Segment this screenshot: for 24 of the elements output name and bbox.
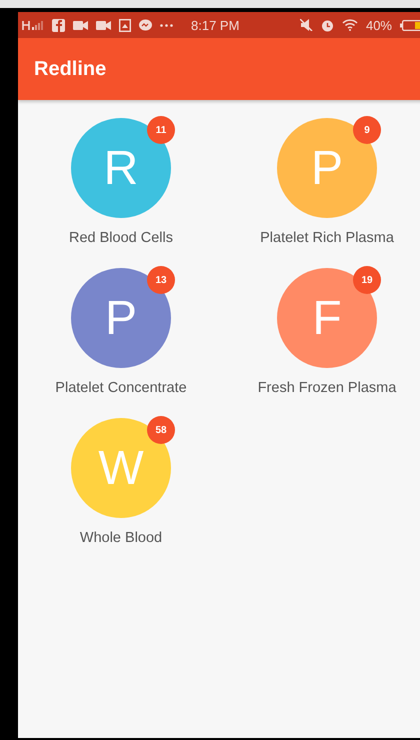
facebook-icon: [52, 18, 65, 32]
signal-icon: [22, 19, 44, 31]
wifi-icon: [342, 19, 358, 31]
battery-icon: [400, 20, 420, 30]
category-label[interactable]: Fresh Frozen Plasma: [258, 380, 396, 396]
category-label[interactable]: Whole Blood: [80, 530, 162, 546]
category-label[interactable]: Platelet Concentrate: [55, 380, 187, 396]
mute-icon: [300, 19, 313, 31]
app-title: Redline: [34, 58, 106, 80]
more-icon: [160, 24, 173, 26]
count-badge: 9: [353, 116, 381, 144]
video-camera-icon: [73, 20, 88, 30]
chat-bubble-icon: [139, 18, 152, 32]
count-badge: 13: [147, 266, 175, 294]
count-badge: 11: [147, 116, 175, 144]
video-camera-icon: [96, 20, 111, 30]
battery-percent: 40%: [366, 18, 392, 32]
image-icon: [119, 18, 131, 32]
alarm-icon: [320, 18, 334, 32]
count-badge: 58: [147, 416, 175, 444]
status-time: 8:17 PM: [191, 18, 240, 32]
category-label[interactable]: Red Blood Cells: [69, 230, 173, 246]
category-label[interactable]: Platelet Rich Plasma: [260, 230, 394, 246]
count-badge: 19: [353, 266, 381, 294]
